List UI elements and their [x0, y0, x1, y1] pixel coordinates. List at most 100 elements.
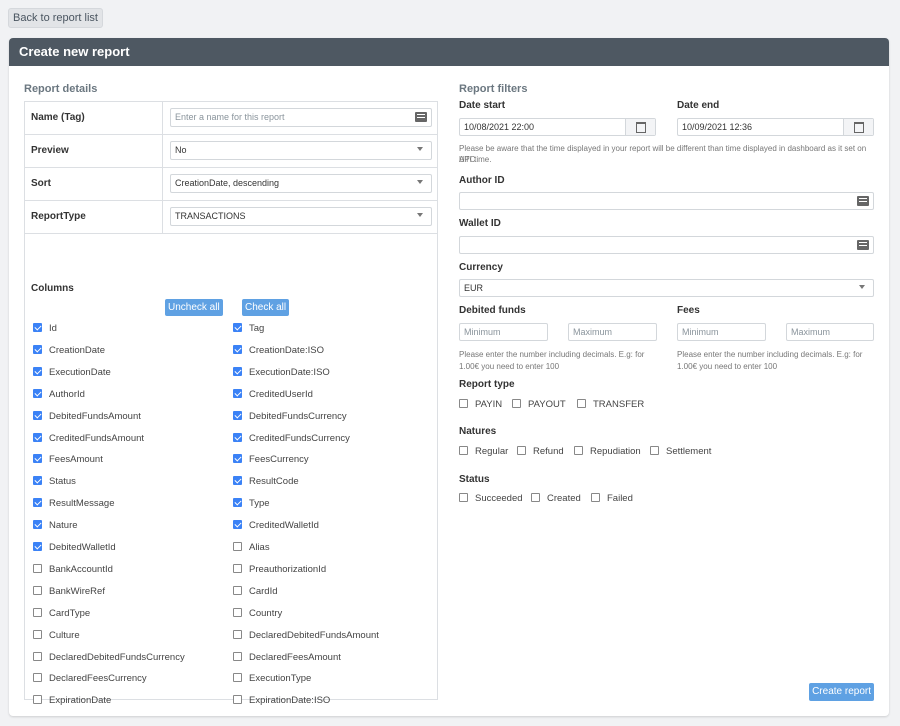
debited-max-input[interactable]: Maximum [568, 323, 657, 341]
checkbox[interactable] [33, 542, 42, 551]
checkbox[interactable] [233, 673, 242, 683]
checkbox[interactable] [33, 585, 42, 595]
checkbox[interactable] [33, 454, 42, 464]
checkbox[interactable] [233, 585, 242, 595]
column-option-left[interactable]: Status [33, 476, 76, 490]
column-option-right[interactable]: ExpirationDate:ISO [233, 695, 330, 709]
checkbox[interactable] [33, 476, 42, 486]
checkbox[interactable] [577, 399, 586, 408]
checkbox[interactable] [233, 344, 242, 354]
report-type-option[interactable]: TRANSFER [577, 399, 644, 410]
create-report-button[interactable]: Create report [809, 683, 874, 701]
column-option-right[interactable]: CreditedUserId [233, 388, 313, 403]
column-option-left[interactable]: CreationDate [33, 344, 105, 359]
checkbox[interactable] [233, 542, 242, 551]
checkbox[interactable] [33, 498, 42, 508]
checkbox[interactable] [33, 651, 42, 661]
nature-option[interactable]: Repudiation [574, 446, 641, 457]
column-option-left[interactable]: BankAccountId [33, 563, 113, 578]
checkbox[interactable] [233, 651, 242, 661]
nature-option[interactable]: Refund [517, 446, 564, 457]
column-option-left[interactable]: Nature [33, 520, 78, 534]
nature-option[interactable]: Regular [459, 446, 508, 457]
checkbox[interactable] [650, 446, 659, 455]
currency-select[interactable]: EUR [459, 279, 874, 297]
column-option-left[interactable]: AuthorId [33, 388, 85, 403]
back-to-report-list-button[interactable]: Back to report list [8, 8, 103, 28]
checkbox[interactable] [233, 366, 242, 376]
preview-select[interactable]: No [170, 141, 432, 160]
column-option-right[interactable]: ExecutionDate:ISO [233, 366, 330, 381]
column-option-right[interactable]: Alias [233, 542, 270, 556]
column-option-right[interactable]: PreauthorizationId [233, 563, 326, 578]
column-option-right[interactable]: CreationDate:ISO [233, 344, 324, 359]
checkbox[interactable] [233, 629, 242, 639]
checkbox[interactable] [233, 563, 242, 573]
checkbox[interactable] [33, 563, 42, 573]
column-option-left[interactable]: Culture [33, 629, 80, 644]
column-option-right[interactable]: CardId [233, 585, 278, 600]
keyboard-icon[interactable] [857, 196, 869, 206]
checkbox[interactable] [233, 323, 242, 332]
checkbox[interactable] [233, 476, 242, 486]
fees-max-input[interactable]: Maximum [786, 323, 874, 341]
column-option-right[interactable]: Type [233, 498, 270, 512]
checkbox[interactable] [233, 454, 242, 464]
checkbox[interactable] [33, 520, 42, 530]
checkbox[interactable] [574, 446, 583, 455]
column-option-right[interactable]: CreditedFundsCurrency [233, 432, 350, 447]
column-option-left[interactable]: BankWireRef [33, 585, 105, 600]
column-option-left[interactable]: DebitedFundsAmount [33, 410, 141, 425]
date-start-input[interactable]: 10/08/2021 22:00 [459, 118, 656, 136]
keyboard-icon[interactable] [415, 112, 427, 122]
column-option-left[interactable]: Id [33, 323, 57, 337]
wallet-id-input[interactable] [459, 236, 874, 254]
keyboard-icon[interactable] [857, 240, 869, 250]
checkbox[interactable] [512, 399, 521, 408]
fees-min-input[interactable]: Minimum [677, 323, 766, 341]
column-option-left[interactable]: FeesAmount [33, 454, 103, 468]
column-option-right[interactable]: ResultCode [233, 476, 299, 490]
name-input[interactable]: Enter a name for this report [170, 108, 432, 127]
column-option-left[interactable]: CreditedFundsAmount [33, 432, 144, 447]
nature-option[interactable]: Settlement [650, 446, 711, 457]
status-option[interactable]: Created [531, 493, 581, 504]
checkbox[interactable] [233, 520, 242, 530]
status-option[interactable]: Succeeded [459, 493, 523, 504]
column-option-right[interactable]: CreditedWalletId [233, 520, 319, 534]
check-all-button[interactable]: Check all [242, 299, 290, 316]
checkbox[interactable] [33, 366, 42, 376]
column-option-left[interactable]: DeclaredFeesCurrency [33, 673, 147, 687]
checkbox[interactable] [33, 410, 42, 420]
checkbox[interactable] [33, 323, 42, 332]
checkbox[interactable] [33, 344, 42, 354]
column-option-left[interactable]: ResultMessage [33, 498, 114, 512]
column-option-right[interactable]: Country [233, 607, 282, 622]
checkbox[interactable] [33, 629, 42, 639]
calendar-icon[interactable] [625, 119, 655, 135]
column-option-left[interactable]: ExecutionDate [33, 366, 111, 381]
column-option-right[interactable]: DeclaredDebitedFundsAmount [233, 629, 379, 644]
report-type-select[interactable]: TRANSACTIONS [170, 207, 432, 226]
checkbox[interactable] [459, 446, 468, 455]
column-option-right[interactable]: DeclaredFeesAmount [233, 651, 341, 666]
uncheck-all-button[interactable]: Uncheck all [165, 299, 223, 316]
author-id-input[interactable] [459, 192, 874, 210]
checkbox[interactable] [33, 695, 42, 705]
checkbox[interactable] [459, 493, 468, 502]
column-option-left[interactable]: DebitedWalletId [33, 542, 116, 556]
column-option-right[interactable]: DebitedFundsCurrency [233, 410, 347, 425]
checkbox[interactable] [233, 607, 242, 617]
checkbox[interactable] [233, 388, 242, 398]
checkbox[interactable] [233, 432, 242, 442]
report-type-option[interactable]: PAYIN [459, 399, 502, 410]
checkbox[interactable] [33, 388, 42, 398]
checkbox[interactable] [233, 410, 242, 420]
column-option-right[interactable]: ExecutionType [233, 673, 311, 687]
column-option-right[interactable]: Tag [233, 323, 264, 337]
checkbox[interactable] [517, 446, 526, 455]
report-type-option[interactable]: PAYOUT [512, 399, 566, 410]
checkbox[interactable] [233, 695, 242, 705]
column-option-right[interactable]: FeesCurrency [233, 454, 309, 468]
column-option-left[interactable]: ExpirationDate [33, 695, 111, 709]
